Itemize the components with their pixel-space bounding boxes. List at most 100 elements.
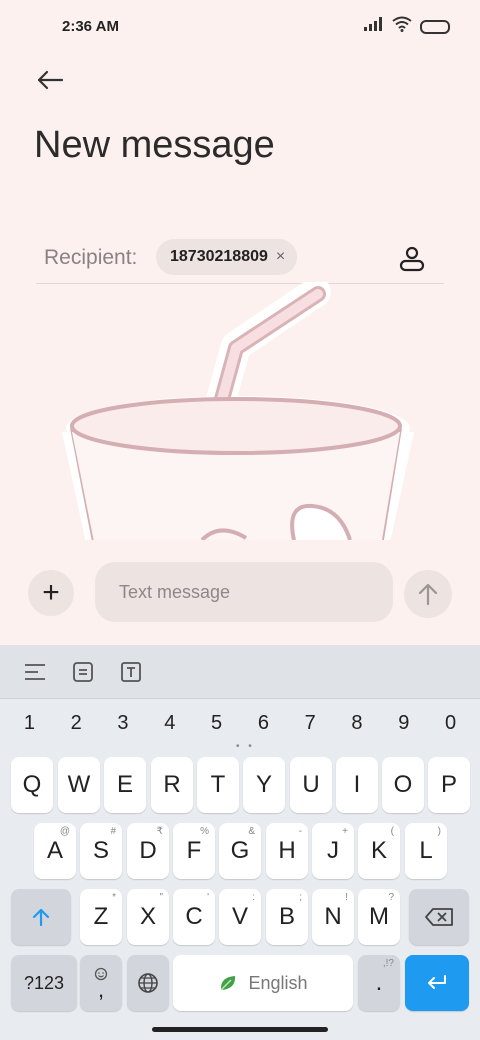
- space-key[interactable]: English: [173, 955, 353, 1011]
- key-f-label: F: [186, 837, 202, 864]
- key-k-hint: (: [390, 826, 394, 837]
- key-a[interactable]: A @: [34, 823, 76, 879]
- menu-lines-icon[interactable]: [22, 659, 48, 685]
- key-d[interactable]: D ₹: [127, 823, 169, 879]
- key-h-hint: -: [298, 826, 302, 837]
- key-l-label: L: [419, 837, 433, 864]
- emoji-comma-key[interactable]: ,: [80, 955, 122, 1011]
- key-u[interactable]: U: [290, 757, 332, 813]
- key-n-label: N: [324, 903, 342, 930]
- key-c[interactable]: C ': [173, 889, 215, 945]
- language-key[interactable]: [127, 955, 169, 1011]
- key-s-label: S: [92, 837, 109, 864]
- key-q[interactable]: Q: [11, 757, 53, 813]
- key-0[interactable]: 0: [431, 707, 471, 739]
- key-r[interactable]: R: [151, 757, 193, 813]
- key-c-label: C: [185, 903, 203, 930]
- status-bar: 2:36 AM: [0, 0, 480, 56]
- key-l-hint: ): [437, 826, 441, 837]
- recipient-chip-label: 18730218809: [170, 248, 268, 265]
- backspace-icon: [425, 908, 453, 926]
- key-m[interactable]: M?: [358, 889, 400, 945]
- key-s[interactable]: S #: [80, 823, 122, 879]
- cup-illustration-icon: [62, 282, 414, 540]
- battery-icon: [420, 19, 450, 34]
- key-c-hint: ': [207, 892, 209, 903]
- key-w[interactable]: W: [58, 757, 100, 813]
- remove-recipient-icon[interactable]: ×: [276, 248, 285, 266]
- key-h[interactable]: H-: [266, 823, 308, 879]
- key-6[interactable]: 6: [243, 707, 283, 739]
- clipboard-icon[interactable]: [70, 659, 96, 685]
- backspace-key[interactable]: [409, 889, 469, 945]
- recipient-chip[interactable]: 18730218809 ×: [156, 239, 298, 275]
- key-b[interactable]: B;: [266, 889, 308, 945]
- recipient-row[interactable]: Recipient: 18730218809 ×: [36, 232, 444, 284]
- arrow-up-icon: [418, 583, 438, 606]
- key-n[interactable]: N!: [312, 889, 354, 945]
- enter-key[interactable]: [405, 955, 469, 1011]
- key-k[interactable]: K(: [358, 823, 400, 879]
- text-format-icon[interactable]: [118, 659, 144, 685]
- key-5[interactable]: 5: [197, 707, 237, 739]
- recipient-label: Recipient:: [44, 246, 138, 269]
- key-t[interactable]: T: [197, 757, 239, 813]
- globe-icon: [138, 973, 158, 993]
- back-button[interactable]: [32, 62, 68, 98]
- enter-icon: [428, 975, 446, 989]
- key-b-label: B: [278, 903, 295, 930]
- key-h-label: H: [278, 837, 296, 864]
- key-y[interactable]: Y: [243, 757, 285, 813]
- status-icons: [364, 16, 450, 37]
- message-input[interactable]: [95, 562, 393, 622]
- key-v[interactable]: V:: [219, 889, 261, 945]
- key-7[interactable]: 7: [290, 707, 330, 739]
- period-hint: ,!?: [382, 958, 394, 969]
- key-j[interactable]: J +: [312, 823, 354, 879]
- key-z[interactable]: Z *: [80, 889, 122, 945]
- shift-key[interactable]: [11, 889, 71, 945]
- key-x-hint: ": [159, 892, 163, 903]
- space-label: English: [248, 972, 308, 993]
- add-attachment-button[interactable]: +: [28, 570, 74, 616]
- comma-label: ,: [97, 977, 105, 1002]
- key-9[interactable]: 9: [384, 707, 424, 739]
- keyboard: 1 2 3 4 5 6 7 8 9 0 • • Q W E R T Y U I …: [0, 645, 480, 1040]
- period-key[interactable]: .,!?: [358, 955, 400, 1011]
- key-o[interactable]: O: [382, 757, 424, 813]
- key-k-label: K: [370, 837, 387, 864]
- key-8[interactable]: 8: [337, 707, 377, 739]
- empty-state-illustration: [50, 282, 430, 540]
- key-x-label: X: [139, 903, 156, 930]
- key-v-hint: :: [252, 892, 255, 903]
- key-e[interactable]: E: [104, 757, 146, 813]
- compose-bar: +: [0, 548, 480, 640]
- key-g-label: G: [230, 837, 250, 864]
- key-p[interactable]: P: [428, 757, 470, 813]
- arrow-left-icon: [37, 70, 64, 90]
- contact-picker-button[interactable]: [398, 244, 426, 272]
- period-label: .: [375, 969, 383, 996]
- key-n-hint: !: [345, 892, 348, 903]
- number-row: 1 2 3 4 5 6 7 8 9 0: [0, 707, 480, 739]
- send-button[interactable]: [404, 570, 452, 618]
- leaf-icon: [221, 976, 236, 991]
- key-v-label: V: [231, 903, 248, 930]
- key-4[interactable]: 4: [150, 707, 190, 739]
- key-3[interactable]: 3: [103, 707, 143, 739]
- key-j-label: J: [327, 837, 339, 864]
- key-1[interactable]: 1: [9, 707, 49, 739]
- key-2[interactable]: 2: [56, 707, 96, 739]
- page-dots: • •: [236, 741, 255, 752]
- key-a-hint: @: [59, 826, 70, 837]
- key-l[interactable]: L): [405, 823, 447, 879]
- key-x[interactable]: X ": [127, 889, 169, 945]
- key-d-hint: ₹: [156, 826, 163, 837]
- key-b-hint: ;: [299, 892, 302, 903]
- key-a-label: A: [46, 837, 63, 864]
- symbols-key[interactable]: ?123: [11, 955, 77, 1011]
- home-indicator[interactable]: [152, 1027, 328, 1032]
- key-f[interactable]: F%: [173, 823, 215, 879]
- key-i[interactable]: I: [336, 757, 378, 813]
- key-g[interactable]: G &: [219, 823, 261, 879]
